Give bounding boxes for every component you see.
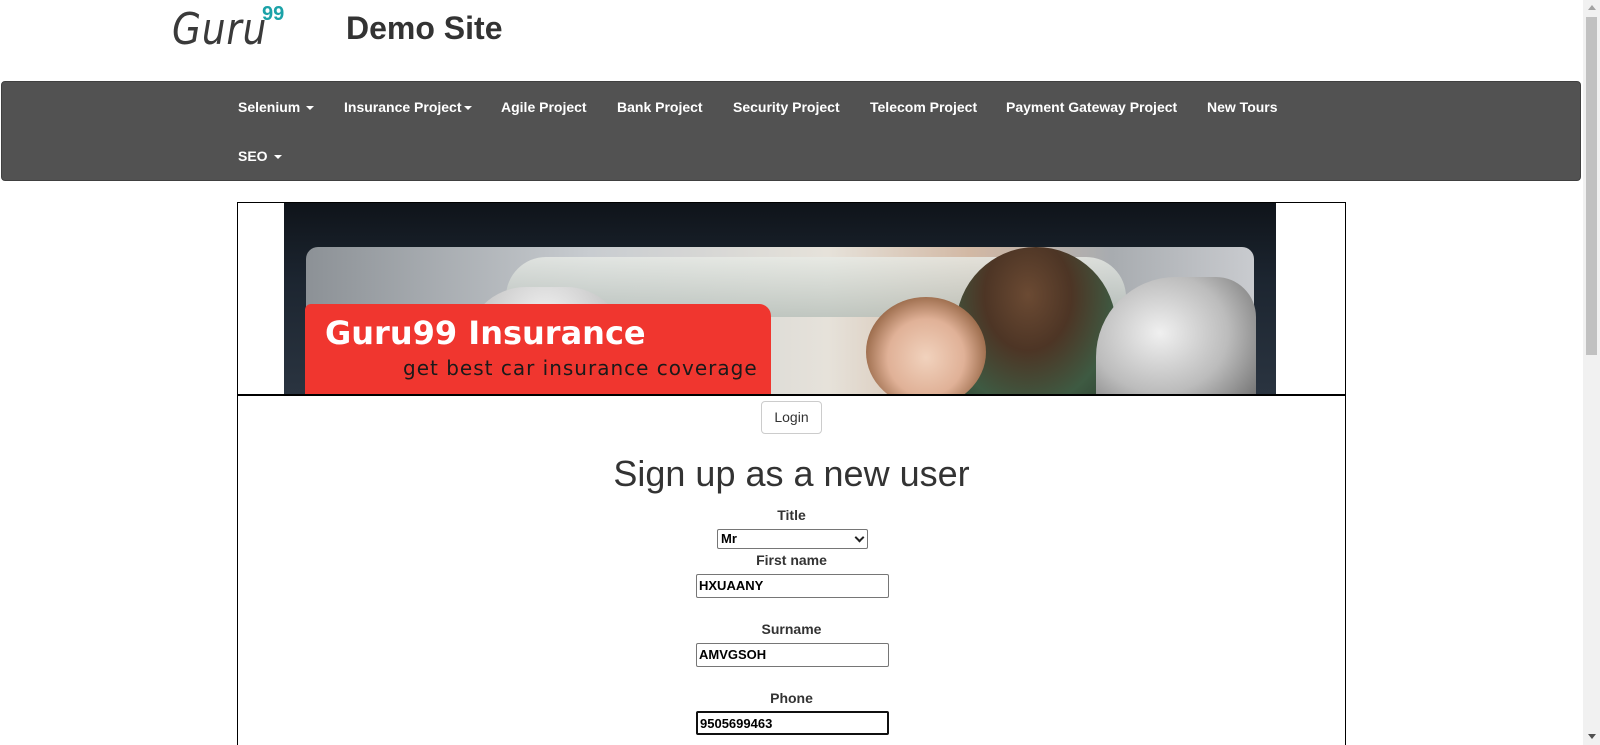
login-button[interactable]: Login bbox=[761, 401, 822, 434]
guru99-logo[interactable]: Guru bbox=[172, 4, 267, 55]
scroll-thumb[interactable] bbox=[1586, 17, 1597, 355]
nav-item-new-tours[interactable]: New Tours bbox=[1207, 99, 1278, 115]
nav-item-insurance-project[interactable]: Insurance Project bbox=[344, 99, 472, 115]
content-panel: Guru99 Insurance get best car insurance … bbox=[237, 202, 1346, 745]
nav-item-payment-gateway-project[interactable]: Payment Gateway Project bbox=[1006, 99, 1177, 115]
title-select-value: Mr bbox=[721, 531, 737, 546]
chevron-down-icon bbox=[854, 532, 865, 543]
first-name-input[interactable]: HXUAANY bbox=[696, 574, 889, 598]
nav-item-label: Selenium bbox=[238, 99, 301, 115]
scroll-down-arrow-icon[interactable] bbox=[1588, 734, 1596, 739]
nav-item-label: Security Project bbox=[733, 99, 840, 115]
site-title: Demo Site bbox=[346, 10, 503, 46]
banner-subtitle: get best car insurance coverage bbox=[403, 356, 758, 380]
nav-item-label: Insurance Project bbox=[344, 99, 462, 115]
nav-item-bank-project[interactable]: Bank Project bbox=[617, 99, 703, 115]
caret-down-icon bbox=[273, 155, 282, 160]
form-heading: Sign up as a new user bbox=[613, 453, 970, 494]
nav-item-label: Telecom Project bbox=[870, 99, 978, 115]
nav-item-label: Payment Gateway Project bbox=[1006, 99, 1178, 115]
nav-item-label: Agile Project bbox=[501, 99, 587, 115]
nav-item-agile-project[interactable]: Agile Project bbox=[501, 99, 587, 115]
nav-item-label: Bank Project bbox=[617, 99, 703, 115]
first-name-label: First name bbox=[756, 552, 827, 568]
insurance-banner: Guru99 Insurance get best car insurance … bbox=[284, 203, 1276, 394]
main-navbar: Selenium Insurance Project Agile Project… bbox=[1, 81, 1581, 181]
vertical-scrollbar[interactable] bbox=[1583, 0, 1600, 745]
nav-item-label: New Tours bbox=[1207, 99, 1278, 115]
nav-item-telecom-project[interactable]: Telecom Project bbox=[870, 99, 977, 115]
nav-item-label: SEO bbox=[238, 148, 268, 164]
nav-item-security-project[interactable]: Security Project bbox=[733, 99, 840, 115]
surname-input[interactable]: AMVGSOH bbox=[696, 643, 889, 667]
page: Guru 99 Demo Site Selenium Insurance Pro… bbox=[0, 0, 1600, 745]
scroll-up-arrow-icon[interactable] bbox=[1588, 5, 1596, 10]
nav-item-selenium[interactable]: Selenium bbox=[238, 99, 315, 115]
nav-item-seo[interactable]: SEO bbox=[238, 148, 282, 164]
phone-label: Phone bbox=[770, 690, 813, 706]
promo-box: Guru99 Insurance get best car insurance … bbox=[305, 304, 771, 394]
logo-superscript: 99 bbox=[262, 3, 285, 25]
caret-down-icon bbox=[306, 106, 315, 111]
banner-title: Guru99 Insurance bbox=[325, 314, 646, 352]
phone-input[interactable]: 9505699463 bbox=[696, 711, 889, 735]
caret-down-icon bbox=[463, 106, 472, 111]
surname-label: Surname bbox=[761, 621, 822, 637]
site-header: Guru 99 Demo Site bbox=[0, 0, 1582, 80]
title-label: Title bbox=[777, 507, 806, 523]
banner-divider bbox=[238, 394, 1345, 396]
title-select[interactable]: Mr bbox=[717, 529, 868, 549]
